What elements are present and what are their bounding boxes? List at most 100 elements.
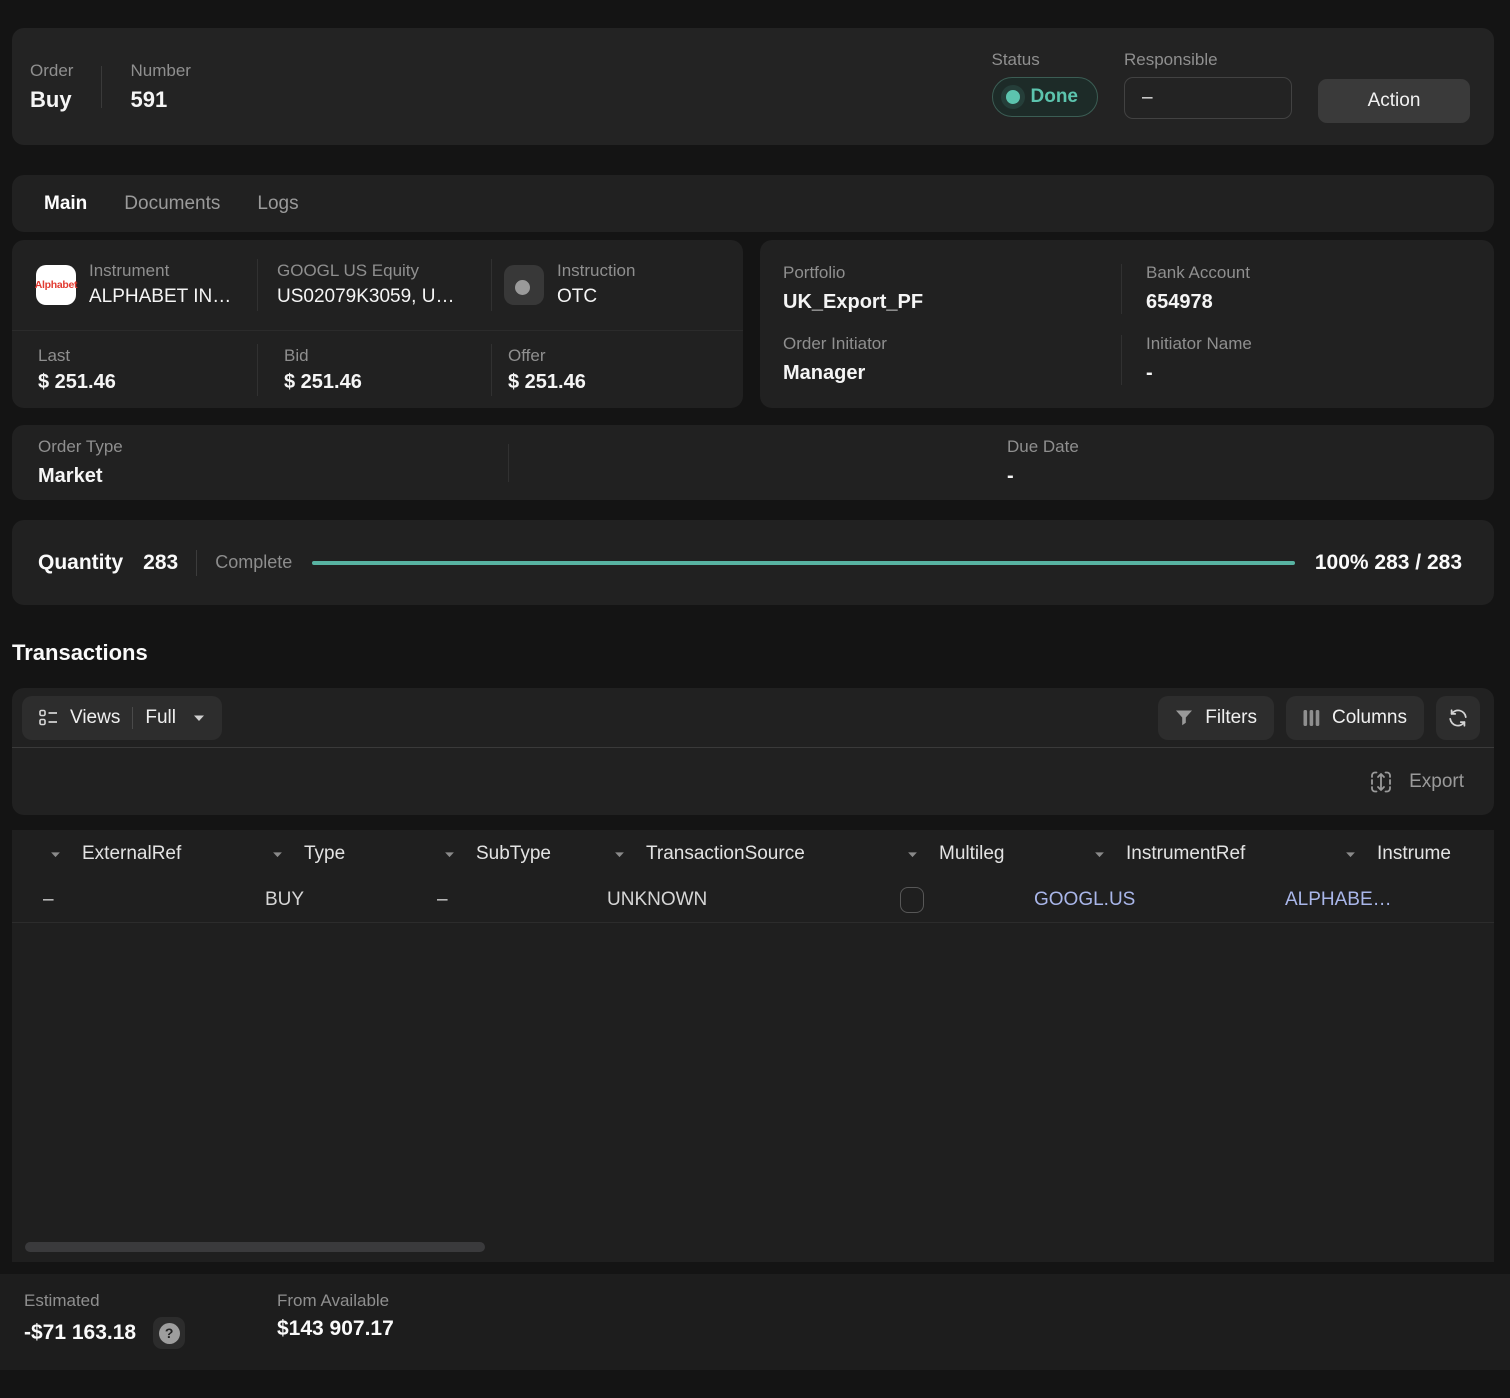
instruction-cell: Instruction OTC (492, 261, 743, 309)
column-header-instrumentref[interactable]: InstrumentRef (1056, 843, 1307, 865)
transactions-toolbar: Views Full Filters (12, 688, 1494, 815)
initiator-name-field: Initiator Name - (1122, 334, 1494, 385)
estimated-value: -$71 163.18 (24, 1321, 136, 1345)
export-label: Export (1409, 771, 1464, 793)
last-price-cell: Last $ 251.46 (12, 346, 257, 394)
alphabet-logo-icon: Alphabet (36, 265, 76, 305)
refresh-icon (1447, 707, 1469, 729)
instrument-card: Alphabet Instrument ALPHABET IN… GOOGL U… (12, 240, 743, 408)
bid-label: Bid (284, 346, 491, 366)
filter-icon (1175, 710, 1193, 726)
column-header-instrumentname[interactable]: Instrume (1307, 843, 1494, 865)
chevron-down-icon (444, 851, 455, 858)
cell-multileg (869, 887, 1003, 913)
order-summary: Order Buy Number 591 (30, 61, 191, 112)
tab-documents[interactable]: Documents (124, 193, 220, 215)
portfolio-field: Portfolio UK_Export_PF (760, 263, 1121, 314)
quantity-progress-bar (312, 561, 1295, 565)
quantity-status: Complete (215, 552, 292, 573)
column-header-subtype[interactable]: SubType (406, 843, 576, 865)
number-value: 591 (130, 88, 190, 112)
cell-transactionsource: UNKNOWN (576, 889, 869, 911)
order-type-field: Order Type Market (12, 437, 508, 488)
refresh-button[interactable] (1436, 696, 1480, 740)
instruction-value: OTC (557, 285, 635, 309)
estimated-field: Estimated -$71 163.18 ? (24, 1291, 277, 1370)
estimated-label: Estimated (24, 1291, 100, 1310)
divider (508, 444, 509, 482)
from-available-field: From Available $143 907.17 (277, 1291, 394, 1370)
order-initiator-label: Order Initiator (783, 334, 1121, 354)
listing-label: GOOGL US Equity (277, 261, 454, 281)
status-badge[interactable]: Done (992, 77, 1099, 117)
order-initiator-value: Manager (783, 361, 1121, 385)
order-controls: Status Done Responsible – Action (992, 50, 1471, 123)
views-icon (39, 709, 58, 726)
filters-label: Filters (1205, 707, 1257, 729)
export-button[interactable]: Export (1368, 769, 1464, 795)
bid-price-cell: Bid $ 251.46 (258, 346, 491, 394)
action-button[interactable]: Action (1318, 79, 1470, 123)
instrument-value: ALPHABET IN… (89, 285, 231, 309)
order-initiator-field: Order Initiator Manager (760, 334, 1121, 385)
cell-instrumentname: ALPHABE… (1254, 889, 1494, 911)
order-header: Order Buy Number 591 Status Done Respons… (12, 28, 1494, 145)
order-field: Order Buy (30, 61, 73, 112)
responsible-value: – (1142, 87, 1153, 109)
number-label: Number (130, 61, 190, 81)
responsible-select[interactable]: – (1124, 77, 1292, 119)
column-header-multileg[interactable]: Multileg (869, 843, 1056, 865)
column-header-externalref[interactable]: ExternalRef (12, 843, 234, 865)
last-value: $ 251.46 (38, 370, 257, 394)
chevron-down-icon (907, 851, 918, 858)
order-type-card: Order Type Market Due Date - (12, 425, 1494, 500)
cell-instrumentref: GOOGL.US (1003, 889, 1254, 911)
chevron-down-icon (1094, 851, 1105, 858)
instrument-name-link[interactable]: ALPHABE… (1285, 889, 1392, 910)
status-dot-icon (1006, 90, 1020, 104)
cell-externalref: – (12, 889, 234, 911)
table-row: – BUY – UNKNOWN GOOGL.US ALPHABE… (12, 878, 1494, 923)
views-label: Views (70, 707, 120, 729)
tab-bar: Main Documents Logs (12, 175, 1494, 232)
from-available-label: From Available (277, 1291, 389, 1310)
due-date-value: - (1007, 464, 1079, 488)
tab-logs[interactable]: Logs (257, 193, 298, 215)
listing-value: US02079K3059, U… (277, 285, 454, 309)
tab-main[interactable]: Main (44, 193, 87, 215)
views-button[interactable]: Views Full (22, 696, 222, 740)
filters-button[interactable]: Filters (1158, 696, 1274, 740)
horizontal-scrollbar[interactable] (25, 1242, 485, 1252)
prices-row: Last $ 251.46 Bid $ 251.46 Offer $ 251.4… (12, 330, 743, 408)
offer-price-cell: Offer $ 251.46 (492, 346, 743, 394)
portfolio-row-1: Portfolio UK_Export_PF Bank Account 6549… (760, 253, 1494, 324)
footer-bar: Estimated -$71 163.18 ? From Available $… (0, 1274, 1510, 1370)
instrument-ref-link[interactable]: GOOGL.US (1034, 889, 1135, 910)
quantity-card: Quantity 283 Complete 100% 283 / 283 (12, 520, 1494, 605)
offer-value: $ 251.46 (508, 370, 743, 394)
responsible-field: Responsible – (1124, 50, 1292, 119)
toolbar-row-2: Export (12, 748, 1494, 815)
chevron-down-icon (272, 851, 283, 858)
instruction-label: Instruction (557, 261, 635, 281)
table-header-row: ExternalRef Type SubType TransactionSour… (12, 830, 1494, 878)
portfolio-row-2: Order Initiator Manager Initiator Name - (760, 324, 1494, 395)
chevron-down-icon (1345, 851, 1356, 858)
columns-button[interactable]: Columns (1286, 696, 1424, 740)
order-value: Buy (30, 88, 73, 112)
divider (101, 66, 102, 108)
toolbar-right-group: Filters Columns (1158, 696, 1480, 740)
column-header-transactionsource[interactable]: TransactionSource (576, 843, 869, 865)
portfolio-value: UK_Export_PF (783, 290, 1121, 314)
help-button[interactable]: ? (153, 1317, 185, 1349)
portfolio-label: Portfolio (783, 263, 1121, 283)
chevron-down-icon (50, 851, 61, 858)
status-label: Status (992, 50, 1099, 70)
order-type-label: Order Type (38, 437, 508, 457)
bank-account-field: Bank Account 654978 (1122, 263, 1494, 314)
columns-label: Columns (1332, 707, 1407, 729)
column-header-type[interactable]: Type (234, 843, 406, 865)
question-icon: ? (159, 1323, 180, 1344)
from-available-value: $143 907.17 (277, 1317, 394, 1341)
multileg-checkbox[interactable] (900, 887, 924, 913)
